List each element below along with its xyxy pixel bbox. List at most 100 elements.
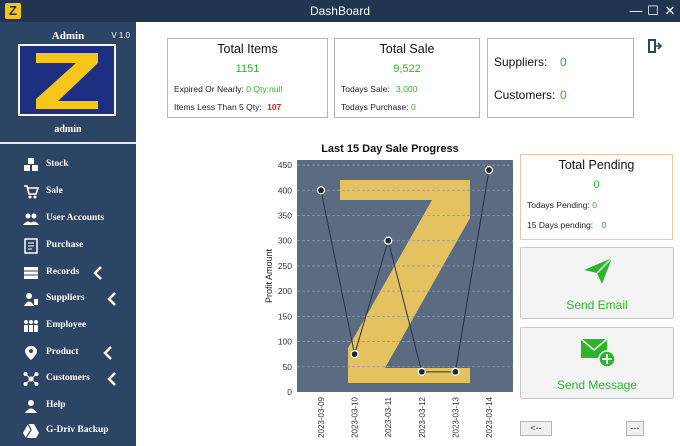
total-items-value: 1151 xyxy=(235,63,260,75)
sidebar-item-label: Records xyxy=(46,267,80,277)
window-title: DashBoard xyxy=(309,4,371,18)
stock-icon xyxy=(24,158,38,171)
days15-pending-label: 15 Days pending: 0 xyxy=(527,220,607,230)
sidebar-item-label: Purchase xyxy=(46,240,84,250)
sidebar-item-label: Help xyxy=(46,400,66,410)
sidebar-item-label: Suppliers xyxy=(46,293,85,303)
days15-pending-value: 0 xyxy=(601,220,607,230)
close-button[interactable]: ✕ xyxy=(662,2,678,20)
cart-icon xyxy=(24,185,39,199)
sidebar-item-label: Stock xyxy=(46,159,69,169)
y-tick-label: 100 xyxy=(278,337,292,347)
y-tick-label: 200 xyxy=(278,286,292,296)
expired-label: Expired Or Nearly: 0 Qty:null xyxy=(174,84,283,94)
data-point xyxy=(350,350,359,359)
maximize-button[interactable]: ☐ xyxy=(645,2,661,20)
watermark-text: POS xyxy=(420,297,483,330)
chevron-left-icon[interactable] xyxy=(102,345,114,361)
version-label: V 1.0 xyxy=(111,31,130,40)
y-tick-label: 300 xyxy=(278,236,292,246)
sidebar-item-help[interactable]: Help xyxy=(0,393,136,419)
send-email-button[interactable]: Send Email xyxy=(520,247,674,319)
sidebar-item-purchase[interactable]: Purchase xyxy=(0,233,136,259)
x-axis: 2023-03-09 2023-03-10 2023-03-11 2023-03-12… xyxy=(317,396,494,437)
sidebar-item-label: G-Driv Backup xyxy=(46,425,109,435)
y-tick-label: 250 xyxy=(278,261,292,271)
sidebar-item-sale[interactable]: Sale xyxy=(0,179,136,205)
data-point xyxy=(484,165,494,175)
todays-pending-label: Todays Pending: 0 xyxy=(527,200,597,210)
suppliers-icon xyxy=(24,293,38,306)
users-icon xyxy=(23,213,39,225)
total-pending-card: Total Pending 0 Todays Pending: 0 15 Day… xyxy=(520,154,673,240)
chevron-left-icon[interactable] xyxy=(106,371,118,387)
minimize-button[interactable]: — xyxy=(628,2,644,20)
y-tick-label: 50 xyxy=(283,362,293,372)
chevron-left-icon[interactable] xyxy=(92,265,104,281)
data-point xyxy=(384,236,393,245)
customers-label: Customers: xyxy=(494,88,556,102)
sidebar-item-customers[interactable]: Customers xyxy=(0,366,136,392)
sidebar-item-label: Employee xyxy=(46,320,87,330)
less-stock-value: 107 xyxy=(267,102,282,112)
paper-plane-icon xyxy=(584,257,613,284)
sidebar-item-employee[interactable]: Employee xyxy=(0,313,136,339)
help-icon xyxy=(25,400,37,413)
less-stock-label: Items Less Than 5 Qty: 107 xyxy=(174,102,282,112)
sidebar-item-records[interactable]: Records xyxy=(0,260,136,286)
todays-purchase-value: 0 xyxy=(410,102,416,112)
sidebar-item-gdrive-backup[interactable]: G-Driv Backup xyxy=(0,418,136,444)
y-axis: 0 50 100 150 200 250 300 350 400 450 xyxy=(278,160,292,397)
sidebar: Admin V 1.0 POS admin Stock Sale User Ac… xyxy=(0,22,136,446)
title-bar: Z DashBoard — ☐ ✕ xyxy=(0,0,680,22)
total-sale-value: 9,522 xyxy=(393,63,421,75)
sidebar-item-suppliers[interactable]: Suppliers xyxy=(0,286,136,312)
expired-value: 0 Qty:null xyxy=(246,84,283,94)
y-tick-label: 150 xyxy=(278,311,292,321)
chevron-left-icon[interactable] xyxy=(106,291,118,307)
contacts-card: Suppliers: 0 Customers: 0 xyxy=(487,38,634,118)
send-message-button[interactable]: Send Message xyxy=(520,327,674,399)
data-point xyxy=(417,367,426,376)
total-items-card: Total Items 1151 Expired Or Nearly: 0 Qt… xyxy=(167,38,328,118)
todays-pending-value: 0 xyxy=(592,200,597,210)
product-icon xyxy=(25,346,37,360)
sidebar-item-user-accounts[interactable]: User Accounts xyxy=(0,206,136,232)
total-sale-card: Total Sale 9,522 Todays Sale: 3,000 Toda… xyxy=(334,38,480,118)
x-tick-label: 2023-03-09 xyxy=(317,396,326,437)
send-message-label: Send Message xyxy=(556,378,638,392)
back-button[interactable]: <-- xyxy=(520,421,552,436)
x-tick-label: 2023-03-13 xyxy=(451,396,460,437)
total-sale-title: Total Sale xyxy=(379,42,435,56)
more-button[interactable]: --- xyxy=(626,421,644,436)
sidebar-item-stock[interactable]: Stock xyxy=(0,152,136,178)
customers-value: 0 xyxy=(560,88,567,102)
data-point xyxy=(316,186,326,195)
suppliers-value: 0 xyxy=(560,55,567,69)
y-tick-label: 0 xyxy=(287,387,292,397)
purchase-icon xyxy=(24,238,38,254)
y-tick-label: 350 xyxy=(278,210,292,220)
x-tick-label: 2023-03-12 xyxy=(418,396,427,437)
customers-icon xyxy=(23,372,39,386)
data-point xyxy=(451,367,460,376)
todays-purchase-label: Todays Purchase: 0 xyxy=(341,102,416,112)
username-label: admin xyxy=(54,124,82,135)
sales-chart: POS 0 50 100 150 200 250 300 350 400 450 2023-03-… xyxy=(264,160,513,438)
employee-icon xyxy=(24,320,38,332)
records-icon xyxy=(24,267,38,279)
x-tick-label: 2023-03-10 xyxy=(351,396,360,437)
total-pending-value: 0 xyxy=(593,179,600,191)
sidebar-item-label: Product xyxy=(46,347,79,357)
logo-text: POS xyxy=(80,82,108,97)
x-tick-label: 2023-03-14 xyxy=(485,396,494,437)
logout-icon[interactable] xyxy=(646,38,662,54)
x-tick-label: 2023-03-11 xyxy=(384,396,393,437)
sidebar-item-product[interactable]: Product xyxy=(0,340,136,366)
zpos-logo: POS xyxy=(18,44,116,116)
sidebar-divider xyxy=(0,142,136,144)
sidebar-item-label: Sale xyxy=(46,186,63,196)
suppliers-label: Suppliers: xyxy=(494,55,548,69)
send-email-label: Send Email xyxy=(566,298,628,312)
todays-sale-label: Todays Sale: 3,000 xyxy=(341,84,418,94)
